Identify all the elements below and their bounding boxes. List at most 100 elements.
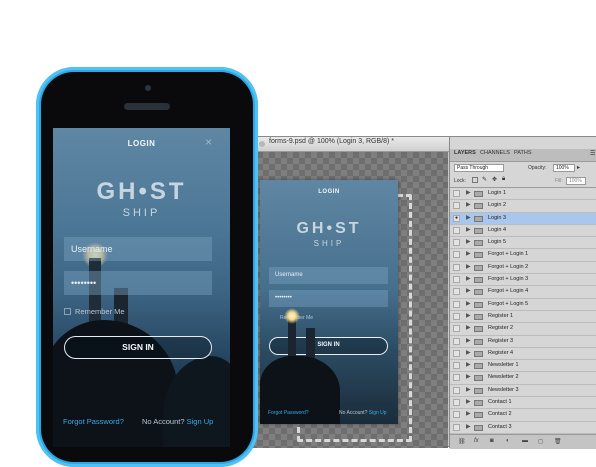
expand-arrow-icon[interactable]: ▶ (466, 214, 471, 221)
layer-row[interactable]: ▶ Contact 3 (450, 422, 596, 434)
folder-icon (474, 215, 483, 222)
earpiece-speaker (124, 103, 170, 110)
visibility-toggle[interactable] (453, 239, 460, 247)
layer-row[interactable]: ▶ Contact 1 (450, 397, 596, 410)
visibility-toggle[interactable] (453, 411, 460, 419)
adjustment-layer-icon[interactable]: ◐ (506, 438, 510, 444)
layer-row[interactable]: ▶ Forgot + Login 5 (450, 299, 596, 311)
layer-row[interactable]: ▶ Register 2 (450, 323, 596, 336)
lock-move-icon[interactable]: ✥ (492, 176, 497, 183)
visibility-toggle[interactable] (453, 362, 460, 370)
visibility-toggle[interactable] (453, 263, 460, 271)
document-canvas[interactable]: LOGIN GH•ST SHIP Username •••••••• Remem… (239, 152, 448, 448)
expand-arrow-icon[interactable]: ▶ (466, 201, 471, 208)
visibility-toggle[interactable] (453, 399, 460, 407)
visibility-toggle[interactable] (453, 337, 460, 345)
layer-row[interactable]: ▶ Login 5 (450, 237, 596, 250)
layer-row[interactable]: ▶ Forgot + Login 4 (450, 286, 596, 299)
layer-row[interactable]: ▶ Forgot + Login 1 (450, 249, 596, 262)
layer-name: Forgot + Login 2 (488, 263, 529, 270)
layer-row[interactable]: ● ▶ Login 3 (450, 212, 596, 225)
layer-row[interactable]: ▶ Newsletter 2 (450, 372, 596, 385)
new-group-icon[interactable]: ▬ (522, 438, 528, 444)
panel-lock-row: Lock: ✎ ✥ 🔒︎ Fill: 100% (450, 175, 596, 188)
layer-name: Forgot + Login 4 (488, 288, 529, 295)
layer-row[interactable]: ▶ Register 3 (450, 336, 596, 348)
username-input[interactable]: Username (64, 237, 212, 261)
add-mask-icon[interactable]: ◙ (490, 438, 494, 444)
expand-arrow-icon[interactable]: ▶ (466, 189, 471, 196)
tab-layers[interactable]: LAYERS (454, 150, 476, 156)
layer-row[interactable]: ▶ Contact 2 (450, 409, 596, 422)
expand-arrow-icon[interactable]: ▶ (466, 349, 471, 356)
expand-arrow-icon[interactable]: ▶ (466, 337, 471, 344)
visibility-toggle[interactable] (453, 325, 460, 333)
visibility-toggle[interactable] (453, 312, 460, 320)
zoom-window-button[interactable] (259, 141, 265, 147)
layer-style-icon[interactable]: fx (474, 438, 479, 444)
opacity-input[interactable]: 100% (553, 164, 575, 172)
visibility-toggle[interactable] (453, 386, 460, 394)
visibility-toggle[interactable] (453, 190, 460, 197)
layer-row[interactable]: ▶ Login 4 (450, 225, 596, 238)
expand-arrow-icon[interactable]: ▶ (466, 361, 471, 368)
opacity-dropdown-icon[interactable]: ▸ (577, 164, 580, 171)
tab-paths[interactable]: PATHS (514, 150, 532, 156)
layer-name: Forgot + Login 3 (488, 276, 529, 283)
visibility-toggle[interactable] (453, 288, 460, 296)
delete-layer-icon[interactable]: 🗑︎ (554, 438, 562, 445)
visibility-toggle[interactable] (453, 276, 460, 284)
password-input[interactable]: •••••••• (64, 271, 212, 295)
lock-all-icon[interactable]: 🔒︎ (502, 176, 505, 183)
layer-row[interactable]: ▶ Forgot + Login 3 (450, 274, 596, 287)
expand-arrow-icon[interactable]: ▶ (466, 250, 471, 257)
expand-arrow-icon[interactable]: ▶ (466, 373, 471, 380)
eye-icon[interactable]: ● (453, 214, 460, 222)
tab-channels[interactable]: CHANNELS (480, 150, 510, 156)
link-layers-icon[interactable]: ⛓ (458, 438, 466, 445)
visibility-toggle[interactable] (453, 202, 460, 210)
panel-menu-icon[interactable]: ☰ (590, 150, 595, 157)
new-layer-icon[interactable]: ◻ (538, 438, 543, 445)
visibility-toggle[interactable] (453, 349, 460, 357)
expand-arrow-icon[interactable]: ▶ (466, 386, 471, 393)
blend-mode-select[interactable]: Pass Through (454, 164, 504, 172)
visibility-toggle[interactable] (453, 226, 460, 234)
layer-row[interactable]: ▶ Login 2 (450, 200, 596, 213)
expand-arrow-icon[interactable]: ▶ (466, 312, 471, 319)
visibility-toggle[interactable] (453, 374, 460, 382)
layers-panel: LAYERS CHANNELS PATHS ☰ Pass Through Opa… (449, 137, 596, 449)
folder-icon (474, 240, 483, 247)
lock-transparency-icon[interactable] (472, 177, 478, 183)
expand-arrow-icon[interactable]: ▶ (466, 226, 471, 233)
expand-arrow-icon[interactable]: ▶ (466, 410, 471, 417)
layer-row[interactable]: ▶ Register 1 (450, 311, 596, 324)
document-titlebar: forms-9.psd @ 100% (Login 3, RGB/8) * (239, 137, 449, 152)
expand-arrow-icon[interactable]: ▶ (466, 287, 471, 294)
visibility-toggle[interactable] (453, 251, 460, 259)
expand-arrow-icon[interactable]: ▶ (466, 263, 471, 270)
layer-name: Register 2 (488, 325, 514, 332)
sign-in-button[interactable]: SIGN IN (64, 336, 212, 359)
fill-input[interactable]: 100% (566, 177, 586, 185)
visibility-toggle[interactable] (453, 423, 460, 431)
sign-up-link[interactable]: Sign Up (187, 417, 214, 426)
layer-row[interactable]: ▶ Newsletter 1 (450, 360, 596, 373)
canvas-logo-main: GH•ST (296, 220, 362, 237)
expand-arrow-icon[interactable]: ▶ (466, 398, 471, 405)
layer-row[interactable]: ▶ Login 1 (450, 188, 596, 201)
visibility-toggle[interactable] (453, 300, 460, 308)
layer-row[interactable]: ▶ Newsletter 3 (450, 385, 596, 398)
layer-row[interactable]: ▶ Forgot + Login 2 (450, 262, 596, 275)
expand-arrow-icon[interactable]: ▶ (466, 300, 471, 307)
folder-icon (474, 264, 483, 271)
layer-row[interactable]: ▶ Register 4 (450, 348, 596, 361)
forgot-password-link[interactable]: Forgot Password? (63, 417, 124, 426)
remember-me-checkbox[interactable] (64, 308, 71, 315)
close-icon[interactable]: × (205, 135, 212, 149)
expand-arrow-icon[interactable]: ▶ (466, 423, 471, 430)
lock-paint-icon[interactable]: ✎ (482, 176, 487, 183)
expand-arrow-icon[interactable]: ▶ (466, 275, 471, 282)
expand-arrow-icon[interactable]: ▶ (466, 238, 471, 245)
expand-arrow-icon[interactable]: ▶ (466, 324, 471, 331)
